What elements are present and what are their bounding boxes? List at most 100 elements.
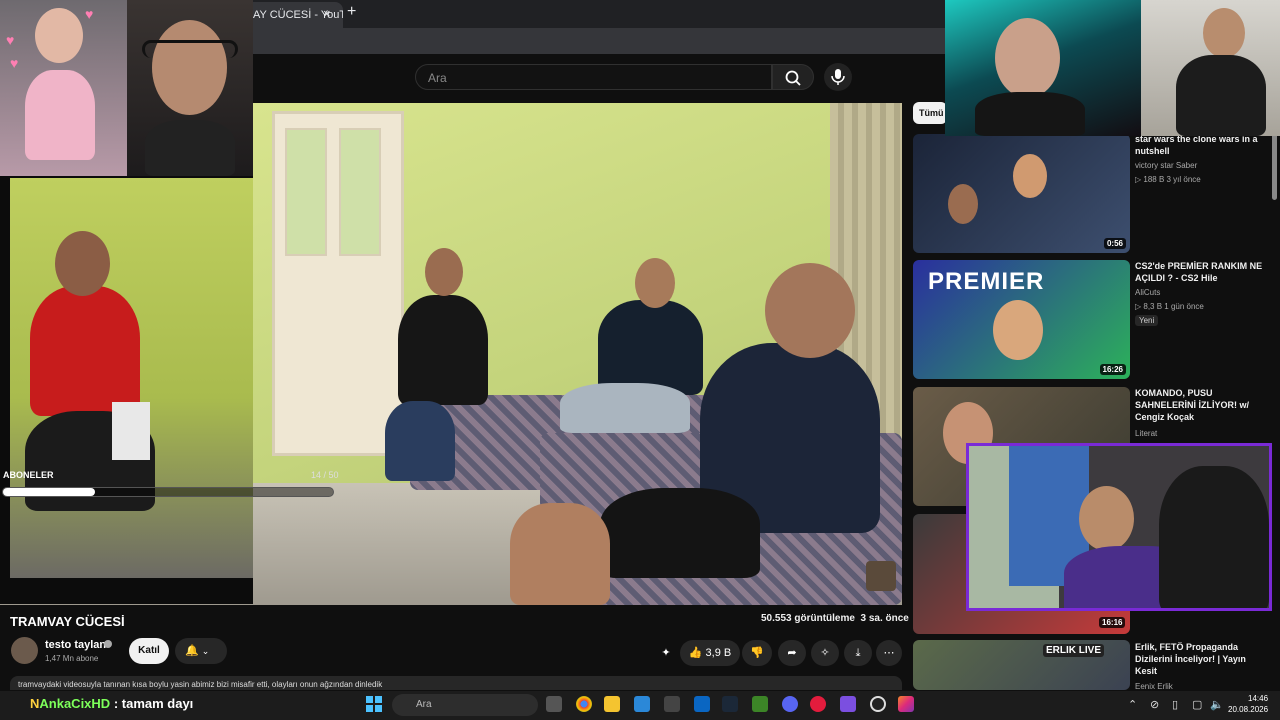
thumbs-up-icon: 👍 — [688, 647, 703, 659]
door-pane — [285, 128, 327, 256]
download-icon: ⤓ — [855, 647, 861, 659]
cam-person-shirt — [30, 286, 140, 416]
facecam-body — [975, 92, 1085, 136]
network-icon[interactable]: ⊘ — [1150, 698, 1159, 711]
rec-channel[interactable]: Eenix Erlik — [1135, 682, 1173, 691]
person-sitting — [598, 300, 703, 395]
obs-icon[interactable] — [870, 696, 886, 712]
facecam-head — [995, 18, 1060, 98]
more-actions-button[interactable]: ⋯ — [876, 640, 902, 666]
rec-channel[interactable]: Literat — [1135, 429, 1157, 438]
volume-icon[interactable]: 🔈 — [1210, 698, 1224, 711]
rec-meta: ▷ 188 B 3 yıl önce — [1135, 175, 1201, 184]
rec-thumbnail[interactable]: 0:56 — [913, 134, 1130, 253]
rec-title[interactable]: CS2'de PREMİER RANKIM NE AÇILDI ? - CS2 … — [1135, 260, 1270, 284]
rec-meta: ▷ 8,3 B 1 gün önce — [1135, 302, 1204, 311]
heart-icon: ♥ — [6, 32, 15, 48]
microphone-icon — [831, 69, 845, 85]
search-input[interactable]: Ara — [415, 64, 772, 90]
thumb-figure — [993, 300, 1043, 360]
facecam-4 — [1141, 0, 1280, 136]
cam-paper — [112, 402, 150, 460]
person-head — [425, 248, 463, 296]
sparkle-icon: ✦ — [661, 647, 671, 659]
headphones-icon — [142, 40, 238, 58]
like-button[interactable]: 👍 3,9 B — [680, 640, 740, 666]
steam-icon[interactable] — [722, 696, 738, 712]
rec-title[interactable]: Erlik, FETÖ Propaganda Dizilerini İnceli… — [1135, 641, 1270, 677]
verified-icon — [104, 640, 112, 648]
person-sitting-legs — [560, 383, 690, 433]
task-view-icon[interactable] — [546, 696, 562, 712]
voice-search-button[interactable] — [824, 63, 852, 91]
gaming-chair — [1159, 466, 1269, 608]
subs-goal-label: ABONELER — [3, 470, 54, 480]
file-explorer-icon[interactable] — [604, 696, 620, 712]
close-tab-icon[interactable]: × — [323, 6, 331, 21]
rec-duration: 0:56 — [1103, 238, 1126, 249]
notification-bell-button[interactable]: 🔔 ⌄ — [175, 638, 227, 664]
chrome-icon[interactable] — [576, 696, 592, 712]
rec-channel[interactable]: victory star Saber — [1135, 161, 1197, 170]
view-count: 50.553 görüntüleme 3 sa. önce — [761, 613, 909, 624]
facecam-body — [25, 70, 95, 160]
channel-name[interactable]: testo taylan — [45, 639, 106, 651]
chevron-down-icon: ⌄ — [201, 646, 210, 656]
thumb-figure — [948, 184, 978, 224]
discord-icon[interactable] — [782, 696, 798, 712]
thumb-text: PREMIER — [928, 268, 1045, 295]
more-icon: ⋯ — [883, 647, 895, 659]
share-icon: ➦ — [787, 647, 797, 659]
download-button[interactable]: ⤓ — [844, 640, 872, 666]
cam-person-head — [55, 231, 110, 296]
new-badge: Yeni — [1135, 315, 1159, 326]
facecam-body — [1176, 55, 1266, 136]
tray-chevron-icon[interactable]: ⌃ — [1128, 698, 1137, 711]
store-icon[interactable] — [664, 696, 680, 712]
new-tab-button[interactable]: + — [347, 3, 356, 21]
video-description[interactable]: tramvaydaki videosuyla tanınan kısa boyl… — [10, 676, 902, 690]
windows-start-icon[interactable] — [366, 696, 382, 712]
rec-title[interactable]: KOMANDO, PUSU SAHNELERİNİ İZLİYOR! w/ Ce… — [1135, 387, 1270, 423]
like-count: 3,9 B — [705, 647, 732, 659]
app-icon[interactable] — [634, 696, 650, 712]
app-icon[interactable] — [840, 696, 856, 712]
wifi-icon[interactable]: ▢ — [1192, 698, 1202, 711]
ask-button[interactable]: ✧ — [811, 640, 839, 666]
filter-chip-all[interactable]: Tümü — [913, 102, 947, 124]
facecam-head — [1079, 486, 1134, 551]
join-button[interactable]: Katıl — [129, 638, 169, 664]
video-scene-door — [272, 111, 404, 456]
facecam-2 — [127, 0, 253, 176]
rec-thumbnail[interactable]: ERLIK LIVE — [913, 640, 1130, 690]
mail-icon[interactable] — [694, 696, 710, 712]
dislike-button[interactable]: 👎 — [742, 640, 772, 666]
battery-icon[interactable]: ▯ — [1172, 698, 1178, 711]
search-icon — [785, 70, 801, 86]
person-foreground-shorts — [600, 488, 760, 578]
rec-thumbnail[interactable]: PREMIER 16:26 — [913, 260, 1130, 379]
chat-prefix: N — [30, 696, 40, 711]
taskbar-search[interactable]: Ara — [392, 694, 538, 716]
channel-watermark — [866, 561, 896, 591]
rec-duration: 16:16 — [1099, 617, 1126, 628]
rec-channel[interactable]: AliCuts — [1135, 288, 1160, 297]
taskbar-clock[interactable]: 14:46 20.08.2026 — [1228, 693, 1268, 715]
channel-avatar[interactable] — [11, 637, 38, 664]
heart-icon: ♥ — [10, 55, 19, 71]
instagram-icon[interactable] — [898, 696, 914, 712]
rec-title[interactable]: star wars the clone wars in a nutshell — [1135, 133, 1270, 157]
video-title: TRAMVAY CÜCESİ — [10, 614, 125, 629]
xbox-icon[interactable] — [752, 696, 768, 712]
media-icon[interactable] — [810, 696, 826, 712]
sparkle-icon: ✧ — [820, 647, 830, 659]
thumb-figure — [1013, 154, 1047, 198]
ai-summary-button[interactable]: ✦ — [655, 640, 677, 666]
person-foreground-legs — [510, 503, 610, 605]
facecam-3 — [945, 0, 1141, 136]
facecam-5 — [966, 443, 1272, 611]
channel-subscriber-count: 1,47 Mn abone — [45, 654, 99, 663]
facecam-head — [1203, 8, 1245, 58]
share-button[interactable]: ➦ — [778, 640, 806, 666]
search-button[interactable] — [772, 64, 814, 90]
